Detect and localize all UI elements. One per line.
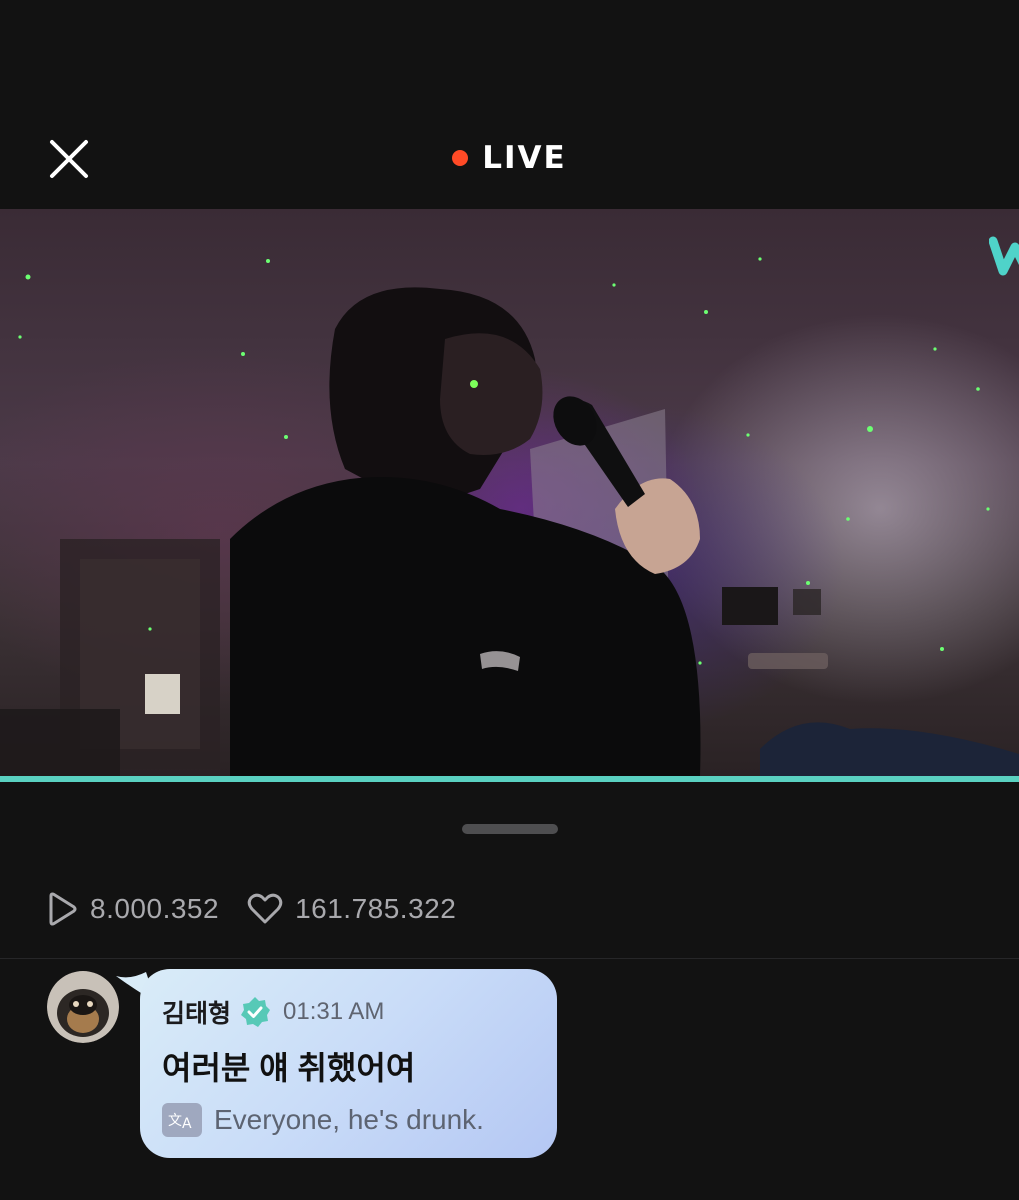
progress-fill (0, 776, 1019, 782)
live-dot (452, 150, 469, 166)
translate-icon: 文 A (162, 1103, 202, 1137)
message-translation: 文 A Everyone, he's drunk. (162, 1103, 535, 1137)
message-header: 김태형 01:31 AM (162, 993, 535, 1031)
progress-bar[interactable] (0, 776, 1019, 782)
live-stream-screen: LIVE 8.000.352 161.785.322 김태형 01:31 AM … (0, 0, 1019, 1200)
svg-text:文: 文 (168, 1113, 182, 1129)
drag-handle[interactable] (462, 824, 558, 834)
divider (0, 958, 1019, 959)
svg-text:A: A (182, 1116, 192, 1131)
verified-icon (241, 997, 271, 1027)
message-text: 여러분 얘 취했어여 (162, 1050, 416, 1086)
avatar[interactable] (47, 971, 119, 1043)
message-author: 김태형 (162, 1000, 232, 1028)
like-count-value: 161.785.322 (295, 893, 457, 924)
message-time: 01:31 AM (283, 998, 385, 1025)
like-count: 161.785.322 (247, 893, 456, 925)
live-label: LIVE (482, 140, 567, 176)
video-player[interactable] (0, 209, 1019, 776)
live-indicator: LIVE (0, 140, 1019, 176)
chat-message[interactable]: 김태형 01:31 AM 여러분 얘 취했어여 文 A Everyone, he… (140, 969, 557, 1158)
video-frame (0, 257, 1019, 776)
translation-text: Everyone, he's drunk. (214, 1104, 484, 1135)
heart-icon (247, 893, 283, 924)
play-icon (49, 892, 77, 926)
top-bar: LIVE (0, 100, 1019, 210)
stats-row: 8.000.352 161.785.322 (46, 887, 484, 931)
play-count-value: 8.000.352 (90, 893, 220, 924)
play-count: 8.000.352 (46, 892, 219, 926)
